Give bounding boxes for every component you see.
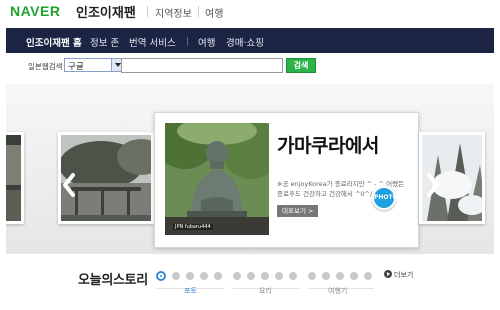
pager-dot-photo-5[interactable] (214, 272, 222, 280)
pager-dot-cooking-2[interactable] (247, 272, 255, 280)
pager-dot-travel-3[interactable] (336, 272, 344, 280)
nav-item-home[interactable]: 인조이재팬 홈 (26, 35, 82, 49)
photo-badge: PHOTO (372, 186, 398, 210)
more-link[interactable]: 더보기 (384, 270, 413, 280)
more-link-label: 더보기 (394, 271, 414, 279)
featured-story-card[interactable]: JPN fubaru444 가마쿠라에서 ※공 enjoyKorea가 종료라지… (154, 112, 419, 248)
naver-logo[interactable]: NAVER (10, 3, 60, 19)
side-card-image (6, 135, 21, 221)
pager-dot-photo-4[interactable] (200, 272, 208, 280)
pager-dot-travel-1[interactable] (308, 272, 316, 280)
pager-dot-photo-1[interactable] (156, 271, 166, 281)
main-nav: 인조이재팬 홈 정보 존 번역 서비스 여행 경매·쇼핑 (6, 28, 494, 53)
pager-dot-travel-2[interactable] (322, 272, 330, 280)
photo-carousel: JPN fubaru444 가마쿠라에서 ※공 enjoyKorea가 종료라지… (6, 84, 494, 254)
search-input[interactable] (121, 58, 283, 73)
today-story-title: 오늘의스토리 (78, 273, 148, 288)
nav-item-info-zone[interactable]: 정보 존 (90, 35, 119, 49)
divider (147, 6, 148, 17)
photo-credit: JPN fubaru444 (173, 224, 213, 230)
featured-photo[interactable]: JPN fubaru444 (165, 123, 269, 235)
side-card-far-left[interactable] (6, 132, 24, 224)
next-arrow-button[interactable] (424, 172, 442, 198)
brand-bar: NAVER 인조이재팬 지역정보 여행 (0, 0, 500, 24)
pager-dot-cooking-4[interactable] (275, 272, 283, 280)
buddha-statue-image (165, 123, 269, 235)
pager-dot-travel-5[interactable] (364, 272, 372, 280)
web-search-row: 일본웹검색 구글 검색 (6, 56, 494, 76)
group-label-travelogue[interactable]: 여행기 (328, 286, 347, 296)
search-button[interactable]: 검색 (286, 58, 316, 73)
pager-dot-photo-2[interactable] (172, 272, 180, 280)
pager-dot-cooking-3[interactable] (261, 272, 269, 280)
view-more-button[interactable]: 대표보기 > (277, 205, 319, 217)
nav-divider (187, 37, 188, 46)
prev-arrow-button[interactable] (60, 172, 78, 198)
search-engine-select[interactable]: 구글 (64, 58, 124, 72)
pager-dot-cooking-5[interactable] (289, 272, 297, 280)
pager-dot-cooking-1[interactable] (233, 272, 241, 280)
today-story-pager: 오늘의스토리 포토 요리 여행기 더보기 (6, 262, 494, 302)
nav-item-translation[interactable]: 번역 서비스 (129, 35, 176, 49)
search-label: 일본웹검색 (28, 62, 63, 71)
brand-link-travel[interactable]: 여행 (205, 5, 223, 20)
chevron-right-icon (427, 173, 439, 197)
search-engine-value: 구글 (68, 62, 84, 72)
pager-dot-travel-4[interactable] (350, 272, 358, 280)
play-circle-icon (384, 270, 392, 278)
group-label-cooking[interactable]: 요리 (259, 286, 272, 296)
site-title[interactable]: 인조이재팬 (76, 2, 136, 21)
nav-item-auction-shopping[interactable]: 경매·쇼핑 (226, 35, 264, 49)
divider (198, 6, 199, 17)
nav-item-travel[interactable]: 여행 (198, 35, 215, 49)
brand-link-region[interactable]: 지역정보 (155, 5, 192, 20)
chevron-left-icon (63, 173, 75, 197)
group-label-photo[interactable]: 포토 (184, 286, 197, 296)
pager-dot-photo-3[interactable] (186, 272, 194, 280)
story-title[interactable]: 가마쿠라에서 (277, 131, 379, 158)
